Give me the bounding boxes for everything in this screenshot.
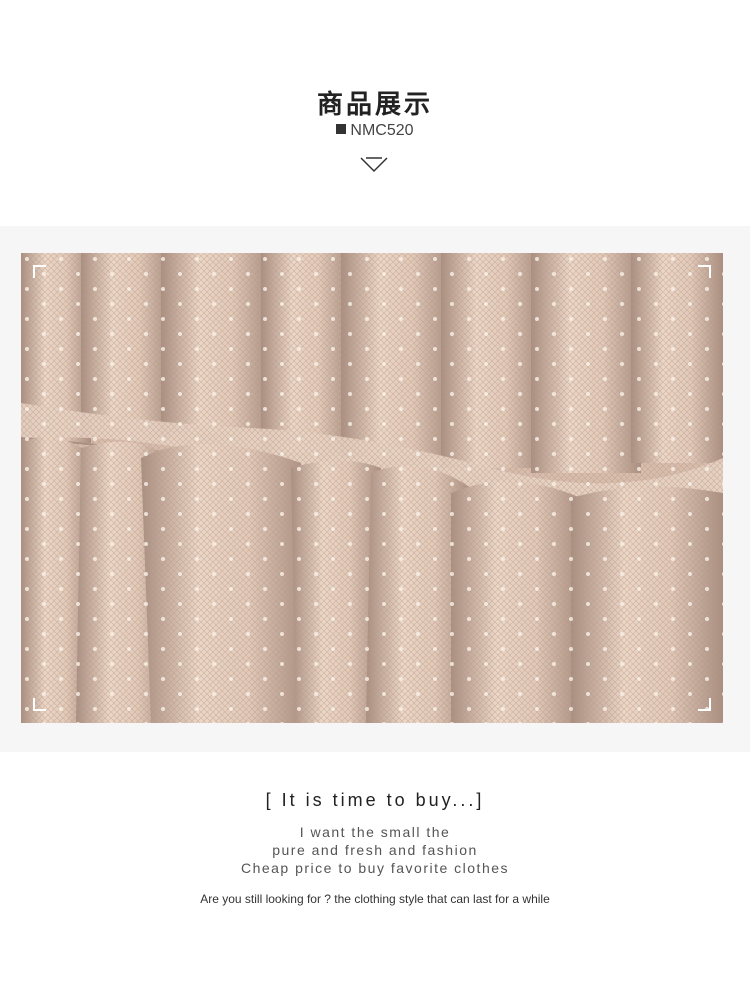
tagline: [ It is time to buy...] xyxy=(265,790,485,810)
chevron-down-icon xyxy=(360,157,388,173)
caption-section: [ It is time to buy...] I want the small… xyxy=(0,752,750,1000)
corner-mark-icon xyxy=(698,698,711,711)
product-code-text: NMC520 xyxy=(350,122,414,139)
caption-line: pure and fresh and fashion xyxy=(272,842,478,858)
caption-line: I want the small the xyxy=(299,824,451,840)
page-title: 商品展示 xyxy=(316,90,433,120)
tulle-fabric-image xyxy=(21,253,723,723)
header-section: 商品展示 NMC520 xyxy=(0,0,750,226)
square-bullet-icon xyxy=(336,124,347,134)
photo-band xyxy=(0,226,750,752)
corner-mark-icon xyxy=(33,698,46,711)
corner-mark-icon xyxy=(33,265,46,278)
corner-mark-icon xyxy=(698,265,711,278)
caption-small-text: Are you still looking for ? the clothing… xyxy=(200,892,550,906)
product-photo xyxy=(21,253,723,723)
product-code: NMC520 xyxy=(0,122,750,140)
caption-line: Cheap price to buy favorite clothes xyxy=(240,860,510,876)
